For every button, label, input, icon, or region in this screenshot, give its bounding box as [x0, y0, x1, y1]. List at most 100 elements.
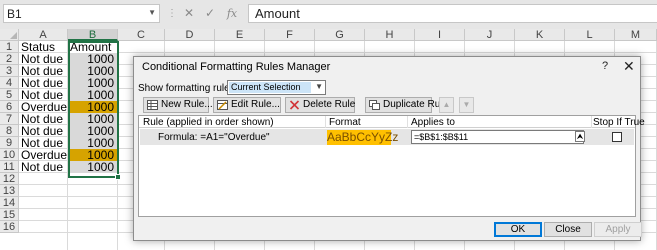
- select-all-corner[interactable]: [0, 29, 19, 41]
- fill-handle[interactable]: [115, 174, 121, 180]
- cell-b2[interactable]: 1000: [68, 53, 117, 65]
- delete-rule-label: Delete Rule: [303, 99, 356, 110]
- column-header-k[interactable]: K: [515, 29, 565, 41]
- cell-b3[interactable]: 1000: [68, 65, 117, 77]
- rule-column-header: Rule (applied in order shown): [143, 117, 274, 128]
- column-header-h[interactable]: H: [365, 29, 415, 41]
- show-rules-select[interactable]: Current Selection ▼: [227, 80, 326, 95]
- apply-button[interactable]: Apply: [594, 222, 642, 237]
- delete-rule-button[interactable]: Delete Rule: [285, 97, 355, 113]
- row-header-4[interactable]: 4: [0, 77, 19, 89]
- close-button[interactable]: Close: [544, 222, 592, 237]
- new-rule-label: New Rule...: [161, 99, 213, 110]
- header-divider: [325, 116, 326, 128]
- row-header-11[interactable]: 11: [0, 161, 19, 173]
- applies-to-column-header: Applies to: [411, 117, 455, 128]
- column-header-m[interactable]: M: [615, 29, 657, 41]
- column-header-a[interactable]: A: [19, 29, 68, 41]
- cell-b7[interactable]: 1000: [68, 113, 117, 125]
- row-header-15[interactable]: 15: [0, 209, 19, 221]
- row-header-13[interactable]: 13: [0, 185, 19, 197]
- format-preview: AaBbCcYyZz: [327, 130, 399, 145]
- move-down-button[interactable]: ▼: [459, 97, 474, 113]
- edit-rule-label: Edit Rule...: [231, 99, 280, 110]
- chevron-up-icon: ▲: [442, 100, 451, 109]
- column-header-g[interactable]: G: [315, 29, 365, 41]
- edit-rule-button[interactable]: Edit Rule...: [213, 97, 281, 113]
- new-rule-button[interactable]: New Rule...: [143, 97, 213, 113]
- rule-row[interactable]: Formula: =A1="Overdue" AaBbCcYyZz =$B$1:…: [140, 129, 634, 145]
- formula-bar-grip-icon: ⋮: [167, 8, 177, 19]
- cell-b6[interactable]: 1000: [68, 101, 117, 113]
- chevron-down-icon: ▼: [462, 100, 471, 109]
- enter-icon[interactable]: ✓: [201, 4, 219, 23]
- cell-a9[interactable]: Not due: [19, 137, 67, 149]
- cell-a6[interactable]: Overdue: [19, 101, 67, 113]
- row-header-10[interactable]: 10: [0, 149, 19, 161]
- move-up-button[interactable]: ▲: [439, 97, 454, 113]
- name-box-value: B1: [7, 7, 22, 21]
- cell-b1[interactable]: Amount: [68, 41, 117, 53]
- column-header-e[interactable]: E: [215, 29, 265, 41]
- header-divider: [407, 116, 408, 128]
- cell-a5[interactable]: Not due: [19, 89, 67, 101]
- formula-input[interactable]: Amount: [248, 4, 657, 23]
- dialog-title: Conditional Formatting Rules Manager: [142, 61, 331, 73]
- column-header-b[interactable]: B: [68, 29, 118, 41]
- grid-line: [117, 41, 118, 250]
- cell-b8[interactable]: 1000: [68, 125, 117, 137]
- row-header-2[interactable]: 2: [0, 53, 19, 65]
- column-header-i[interactable]: I: [415, 29, 465, 41]
- column-header-d[interactable]: D: [165, 29, 215, 41]
- row-header-3[interactable]: 3: [0, 65, 19, 77]
- collapse-dialog-icon[interactable]: ⮝: [575, 131, 585, 142]
- duplicate-rule-button[interactable]: Duplicate Rule: [365, 97, 448, 113]
- name-box[interactable]: B1 ▼: [3, 4, 160, 23]
- delete-icon: [289, 100, 300, 110]
- row-header-12[interactable]: 12: [0, 173, 19, 185]
- cell-b11[interactable]: 1000: [68, 161, 117, 173]
- column-header-c[interactable]: C: [118, 29, 165, 41]
- cell-b4[interactable]: 1000: [68, 77, 117, 89]
- column-header-j[interactable]: J: [465, 29, 515, 41]
- name-box-dropdown-icon[interactable]: ▼: [148, 8, 156, 17]
- formula-bar: B1 ▼ ⋮ ✕ ✓ fx Amount: [0, 0, 657, 28]
- cell-a10[interactable]: Overdue: [19, 149, 67, 161]
- row-header-8[interactable]: 8: [0, 125, 19, 137]
- conditional-formatting-dialog: Conditional Formatting Rules Manager ? ✕…: [133, 56, 645, 241]
- rules-table-header: Rule (applied in order shown) Format App…: [139, 116, 645, 128]
- cell-b5[interactable]: 1000: [68, 89, 117, 101]
- insert-function-icon[interactable]: fx: [223, 4, 241, 23]
- row-header-5[interactable]: 5: [0, 89, 19, 101]
- row-header-16[interactable]: 16: [0, 221, 19, 233]
- row-header-14[interactable]: 14: [0, 197, 19, 209]
- close-icon[interactable]: ✕: [623, 58, 635, 75]
- cell-a11[interactable]: Not due: [19, 161, 67, 173]
- column-header-l[interactable]: L: [565, 29, 615, 41]
- row-header-1[interactable]: 1: [0, 41, 19, 53]
- stop-if-true-checkbox[interactable]: [612, 132, 622, 142]
- stop-if-true-column-header: Stop If True: [593, 117, 645, 128]
- ok-button[interactable]: OK: [494, 222, 542, 237]
- show-rules-value: Current Selection: [229, 82, 311, 93]
- column-header-f[interactable]: F: [265, 29, 315, 41]
- cell-a4[interactable]: Not due: [19, 77, 67, 89]
- row-header-9[interactable]: 9: [0, 137, 19, 149]
- help-icon[interactable]: ?: [602, 60, 608, 72]
- cell-b9[interactable]: 1000: [68, 137, 117, 149]
- chevron-down-icon[interactable]: ▼: [315, 82, 323, 91]
- new-rule-icon: [147, 100, 158, 110]
- cell-a8[interactable]: Not due: [19, 125, 67, 137]
- applies-to-input[interactable]: =$B$1:$B$11: [411, 130, 584, 144]
- cell-a3[interactable]: Not due: [19, 65, 67, 77]
- cell-a1[interactable]: Status: [19, 41, 67, 53]
- cell-b10[interactable]: 1000: [68, 149, 117, 161]
- edit-rule-icon: [217, 100, 228, 110]
- formula-input-value: Amount: [255, 6, 300, 21]
- row-header-6[interactable]: 6: [0, 101, 19, 113]
- duplicate-icon: [369, 100, 380, 110]
- cancel-icon[interactable]: ✕: [180, 4, 198, 23]
- cell-a2[interactable]: Not due: [19, 53, 67, 65]
- cell-a7[interactable]: Not due: [19, 113, 67, 125]
- row-header-7[interactable]: 7: [0, 113, 19, 125]
